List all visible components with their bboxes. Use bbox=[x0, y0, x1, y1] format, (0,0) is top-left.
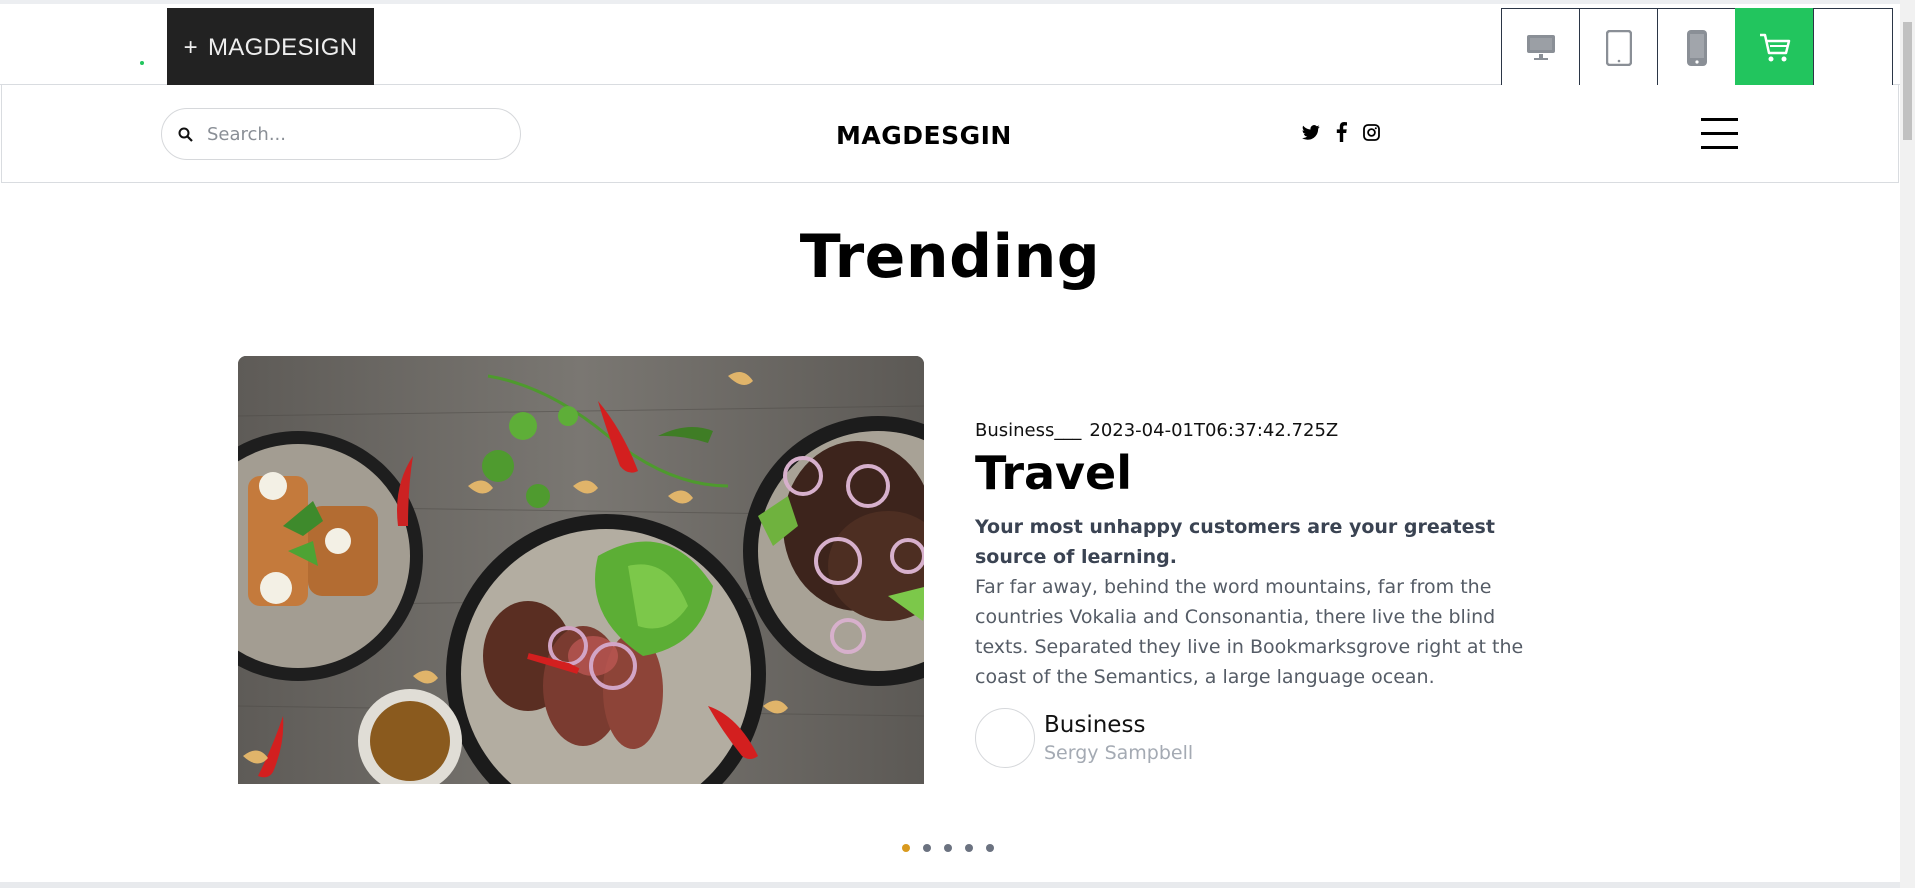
cart-icon bbox=[1759, 33, 1790, 62]
carousel-dot-1[interactable] bbox=[902, 844, 910, 852]
twitter-icon[interactable] bbox=[1302, 122, 1320, 142]
carousel-dot-2[interactable] bbox=[923, 844, 931, 852]
social-links bbox=[1302, 122, 1380, 142]
post-date: 2023-04-01T06:37:42.725Z bbox=[1089, 420, 1339, 441]
device-switcher bbox=[1501, 8, 1893, 88]
section-heading: Trending bbox=[799, 222, 1101, 292]
post-lead: Your most unhappy customers are your gre… bbox=[975, 516, 1495, 568]
mobile-icon bbox=[1686, 30, 1707, 66]
desktop-view-button[interactable] bbox=[1501, 8, 1580, 88]
search-icon bbox=[178, 127, 193, 142]
facebook-icon[interactable] bbox=[1332, 122, 1350, 142]
desktop-icon bbox=[1526, 35, 1555, 60]
site-title[interactable]: MAGDESGIN bbox=[836, 121, 1012, 150]
mobile-view-button[interactable] bbox=[1657, 8, 1736, 88]
carousel-dots bbox=[902, 844, 994, 852]
post-category[interactable]: Business___ bbox=[975, 420, 1081, 441]
carousel-dot-5[interactable] bbox=[986, 844, 994, 852]
post-meta: Business___ 2023-04-01T06:37:42.725Z bbox=[975, 420, 1338, 441]
bottom-divider bbox=[0, 882, 1900, 888]
cart-button[interactable] bbox=[1735, 8, 1814, 88]
builder-toolbar: + MAGDESIGN bbox=[0, 0, 1900, 88]
author-name[interactable]: Sergy Sampbell bbox=[1044, 742, 1193, 764]
carousel-dot-4[interactable] bbox=[965, 844, 973, 852]
carousel-dot-3[interactable] bbox=[944, 844, 952, 852]
instagram-icon[interactable] bbox=[1362, 122, 1380, 142]
post-title[interactable]: Travel bbox=[975, 446, 1132, 500]
toolbar-spacer bbox=[1813, 8, 1893, 88]
author-block: Business Sergy Sampbell bbox=[975, 708, 1193, 768]
brand-button[interactable]: + MAGDESIGN bbox=[167, 8, 374, 88]
scrollbar[interactable] bbox=[1900, 0, 1915, 888]
site-header: MAGDESGIN bbox=[1, 85, 1899, 183]
plus-icon: + bbox=[183, 34, 198, 61]
food-plates-image bbox=[238, 356, 924, 784]
post-image[interactable] bbox=[238, 356, 924, 784]
search-input[interactable] bbox=[207, 123, 487, 145]
tablet-view-button[interactable] bbox=[1579, 8, 1658, 88]
post-excerpt: Far far away, behind the word mountains,… bbox=[975, 576, 1524, 688]
scrollbar-thumb[interactable] bbox=[1903, 22, 1912, 140]
status-dot bbox=[140, 61, 144, 65]
tablet-icon bbox=[1605, 30, 1632, 66]
author-category: Business bbox=[1044, 712, 1146, 738]
hamburger-menu-icon[interactable] bbox=[1701, 118, 1738, 150]
avatar[interactable] bbox=[975, 708, 1035, 768]
brand-label: MAGDESIGN bbox=[207, 34, 358, 61]
search-box bbox=[161, 108, 521, 160]
